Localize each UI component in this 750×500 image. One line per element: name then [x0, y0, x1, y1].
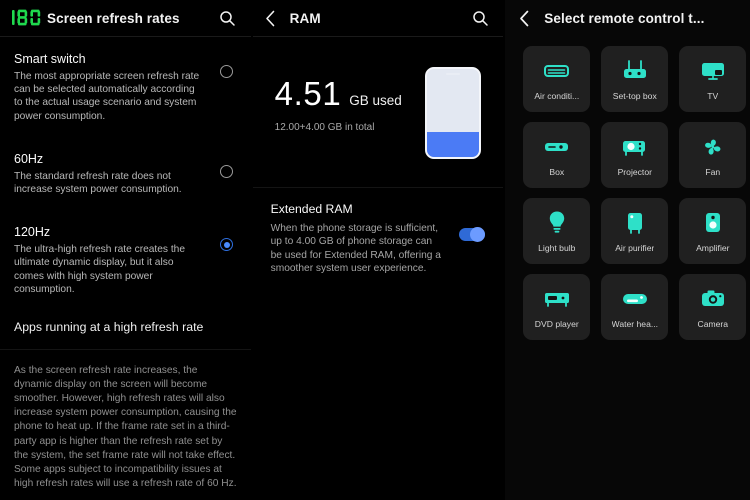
device-label: Fan [705, 166, 721, 177]
remote-control-panel: Select remote control t... Air conditi..… [505, 0, 750, 500]
device-tile-box[interactable]: Box [523, 122, 591, 188]
option-description: The standard refresh rate does not incre… [14, 170, 182, 196]
device-tile-air-conditioner[interactable]: Air conditi... [523, 46, 591, 112]
radio-60hz[interactable] [220, 164, 234, 178]
option-description: The most appropriate screen refresh rate… [14, 71, 200, 122]
remote-device-grid: Air conditi... Set-top box TV Box Projec… [505, 36, 750, 340]
remote-page-title: Select remote control t... [544, 10, 705, 26]
device-tile-air-purifier[interactable]: Air purifier [601, 198, 669, 264]
phone-notch [446, 73, 461, 75]
air-conditioner-icon [543, 58, 570, 84]
dvd-player-icon [543, 286, 571, 312]
back-chevron-icon[interactable] [265, 7, 283, 29]
device-tile-fan[interactable]: Fan [679, 122, 747, 188]
device-tile-dvd-player[interactable]: DVD player [523, 274, 591, 340]
extended-ram-text: Extended RAM When the phone storage is s… [271, 202, 460, 276]
projector-icon [621, 134, 649, 160]
device-tile-tv[interactable]: TV [679, 46, 747, 112]
extended-ram-description: When the phone storage is sufficient, up… [270, 223, 441, 275]
toggle-knob [470, 227, 486, 242]
ram-page-title: RAM [289, 10, 321, 26]
device-label: Projector [617, 166, 652, 177]
device-tile-water-heater[interactable]: Water hea... [601, 274, 669, 340]
device-label: Water hea... [611, 318, 659, 329]
search-icon[interactable] [217, 7, 239, 29]
ram-figures: 4.51 GB used 12.00+4.00 GB in total [275, 65, 426, 133]
screen-refresh-rates-panel: Screen refresh rates Smart switch The mo… [0, 0, 251, 500]
ram-used-value: 4.51 [274, 75, 342, 112]
ram-used-unit: GB used [349, 93, 402, 108]
option-row-120hz[interactable]: 120Hz The ultra-high refresh rate create… [0, 206, 251, 306]
option-row-60hz[interactable]: 60Hz The standard refresh rate does not … [0, 133, 251, 206]
device-tile-light-bulb[interactable]: Light bulb [523, 198, 591, 264]
ram-appbar: RAM [253, 0, 504, 36]
option-title: 60Hz [14, 151, 44, 166]
device-tile-amplifier[interactable]: Amplifier [679, 198, 747, 264]
device-label: Camera [697, 318, 729, 329]
apps-high-refresh-header[interactable]: Apps running at a high refresh rate [0, 306, 251, 349]
device-label: Set-top box [612, 90, 657, 101]
ram-phone-graphic [425, 67, 482, 159]
camera-icon [700, 286, 726, 312]
device-tile-camera[interactable]: Camera [679, 274, 747, 340]
device-label: Light bulb [538, 242, 576, 253]
device-tile-projector[interactable]: Projector [601, 122, 669, 188]
light-bulb-icon [547, 210, 567, 236]
device-label: DVD player [534, 318, 579, 329]
refresh-appbar: Screen refresh rates [0, 0, 251, 36]
device-label: Air conditi... [534, 90, 580, 101]
device-label: TV [707, 90, 719, 101]
option-text: Smart switch The most appropriate screen… [14, 51, 217, 123]
device-label: Air purifier [615, 242, 655, 253]
extended-ram-toggle[interactable] [459, 227, 486, 242]
ram-used-line: 4.51 GB used [275, 77, 426, 110]
water-heater-icon [621, 286, 649, 312]
radio-wrap [217, 51, 237, 78]
device-tile-set-top-box[interactable]: Set-top box [601, 46, 669, 112]
extended-ram-title: Extended RAM [270, 202, 353, 216]
page-title: Screen refresh rates [47, 10, 180, 26]
set-top-box-icon [622, 58, 648, 84]
fan-icon [701, 134, 725, 160]
radio-120hz[interactable] [220, 238, 234, 252]
box-icon [543, 134, 570, 160]
option-row-smart-switch[interactable]: Smart switch The most appropriate screen… [0, 37, 251, 133]
option-title: 120Hz [14, 225, 51, 240]
extended-ram-row[interactable]: Extended RAM When the phone storage is s… [253, 188, 504, 276]
120-segment-logo [12, 9, 46, 26]
option-title: Smart switch [14, 52, 86, 66]
radio-smart-switch[interactable] [220, 65, 234, 78]
device-label: Amplifier [696, 242, 730, 253]
back-chevron-icon[interactable] [519, 7, 537, 29]
radio-wrap [217, 151, 237, 178]
option-text: 60Hz The standard refresh rate does not … [14, 151, 217, 196]
option-description: The ultra-high refresh rate creates the … [14, 244, 186, 295]
air-purifier-icon [625, 210, 645, 236]
option-text: 120Hz The ultra-high refresh rate create… [14, 224, 217, 296]
ram-usage-block: 4.51 GB used 12.00+4.00 GB in total [253, 37, 504, 159]
search-icon[interactable] [469, 7, 491, 29]
tv-icon [700, 58, 726, 84]
refresh-footer-note: As the screen refresh rate increases, th… [14, 365, 237, 489]
ram-usage-fill [427, 132, 480, 157]
ram-total-line: 12.00+4.00 GB in total [274, 122, 375, 133]
ram-panel: RAM 4.51 GB used 12.00+4.00 GB in total [252, 0, 504, 500]
screenshot-root: Screen refresh rates Smart switch The mo… [0, 0, 750, 500]
radio-wrap [217, 224, 237, 252]
remote-appbar: Select remote control t... [505, 0, 750, 36]
device-label: Box [549, 166, 565, 177]
amplifier-icon [703, 210, 723, 236]
